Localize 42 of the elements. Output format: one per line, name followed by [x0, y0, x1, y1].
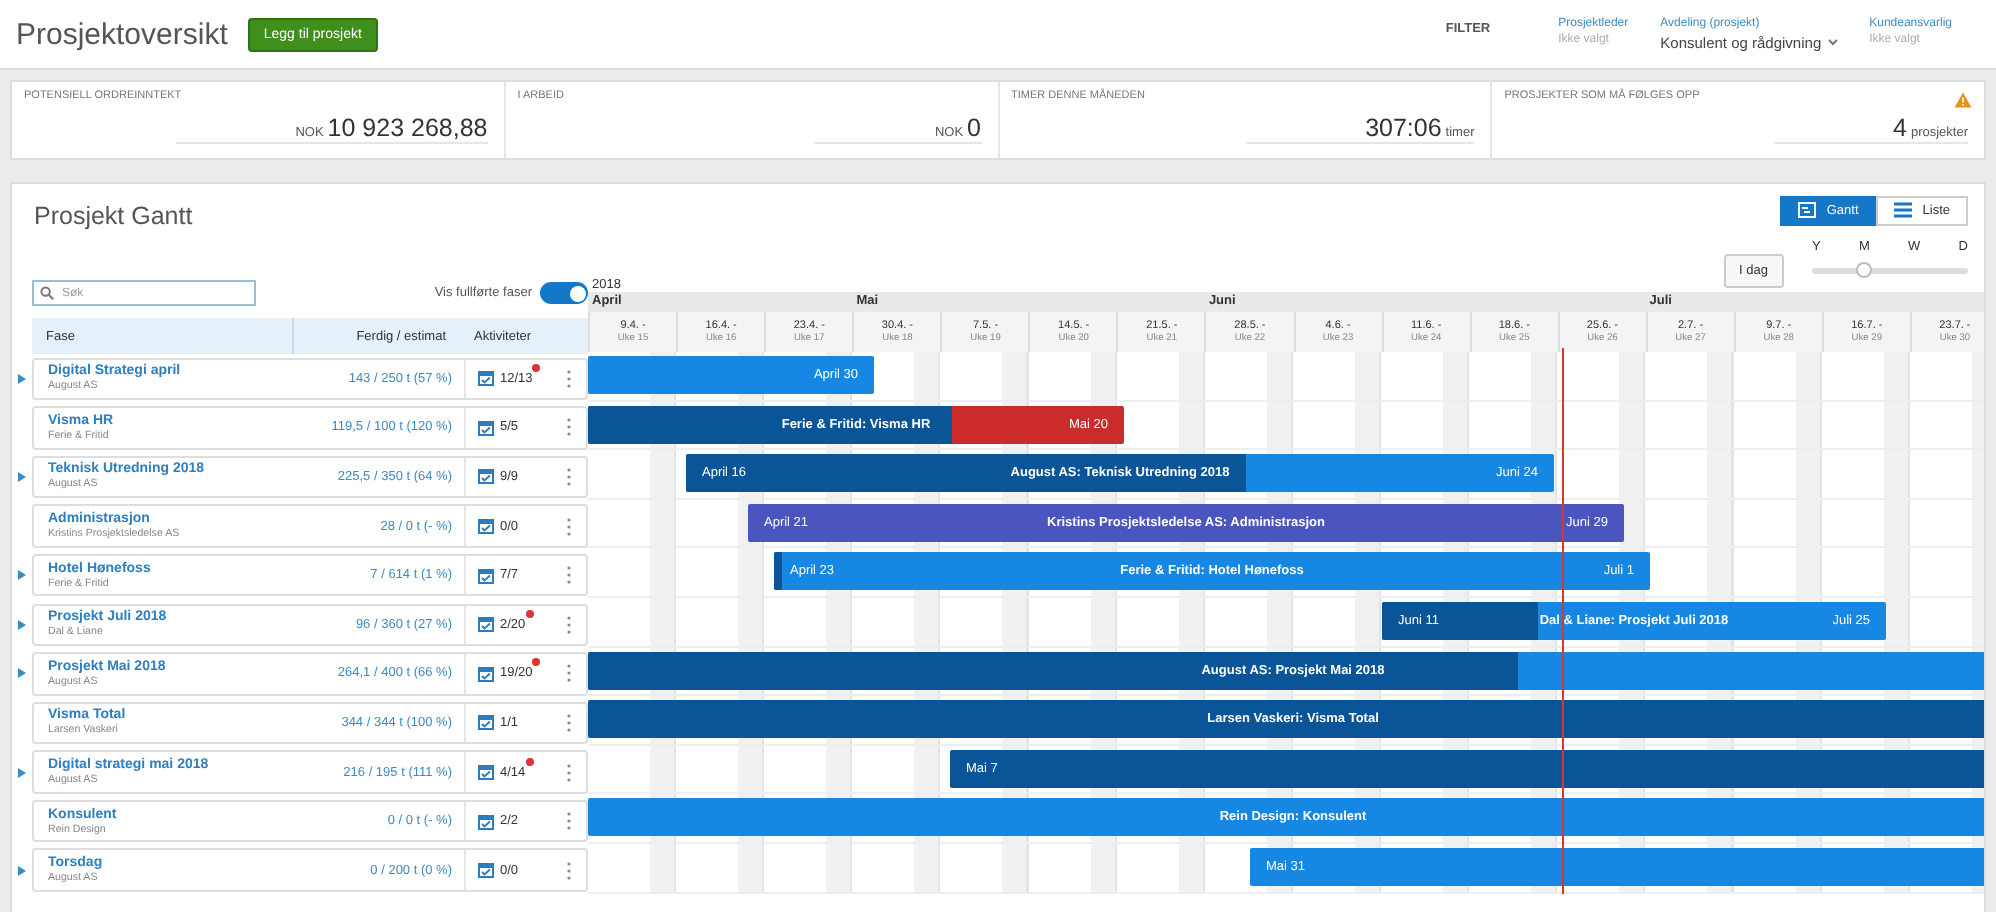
zoom-slider[interactable]	[1812, 268, 1968, 274]
chevron-down-icon[interactable]	[1827, 38, 1838, 46]
more-icon[interactable]	[566, 812, 572, 831]
more-icon[interactable]	[566, 566, 572, 585]
more-icon[interactable]	[566, 713, 572, 732]
slider-thumb[interactable]	[1855, 262, 1872, 278]
search-icon	[40, 286, 54, 300]
kpi-value: 307:06	[1365, 114, 1442, 142]
more-icon[interactable]	[566, 615, 572, 634]
chart-icon	[1798, 202, 1817, 218]
expand-arrow-icon[interactable]	[18, 865, 26, 876]
expand-arrow-icon[interactable]	[18, 570, 26, 581]
kpi-value: 0	[967, 114, 981, 142]
toggle-switch[interactable]	[540, 282, 588, 304]
calendar-icon	[478, 764, 494, 781]
list-icon	[1894, 202, 1913, 218]
kpi-value: 4	[1893, 114, 1907, 142]
more-icon[interactable]	[566, 418, 572, 437]
calendar-icon	[478, 370, 494, 387]
calendar-icon	[478, 714, 494, 731]
expand-arrow-icon[interactable]	[18, 619, 26, 630]
calendar-icon	[478, 616, 494, 633]
calendar-icon	[478, 518, 494, 535]
calendar-icon	[478, 468, 494, 485]
expand-arrow-icon[interactable]	[18, 767, 26, 778]
calendar-icon	[478, 665, 494, 682]
calendar-icon	[478, 567, 494, 584]
expand-arrow-icon[interactable]	[18, 668, 26, 679]
more-icon[interactable]	[566, 861, 572, 880]
expand-arrow-icon[interactable]	[18, 471, 26, 482]
calendar-icon	[478, 813, 494, 830]
more-icon[interactable]	[566, 763, 572, 782]
more-icon[interactable]	[566, 369, 572, 388]
more-icon[interactable]	[566, 517, 572, 536]
calendar-icon	[478, 862, 494, 879]
page-title: Prosjektoversikt	[16, 17, 228, 51]
panel-title: Prosjekt Gantt	[34, 202, 193, 230]
more-icon[interactable]	[566, 664, 572, 683]
kpi-value: 10 923 268,88	[327, 114, 488, 142]
more-icon[interactable]	[566, 467, 572, 486]
calendar-icon	[478, 419, 494, 436]
expand-arrow-icon[interactable]	[18, 373, 26, 384]
